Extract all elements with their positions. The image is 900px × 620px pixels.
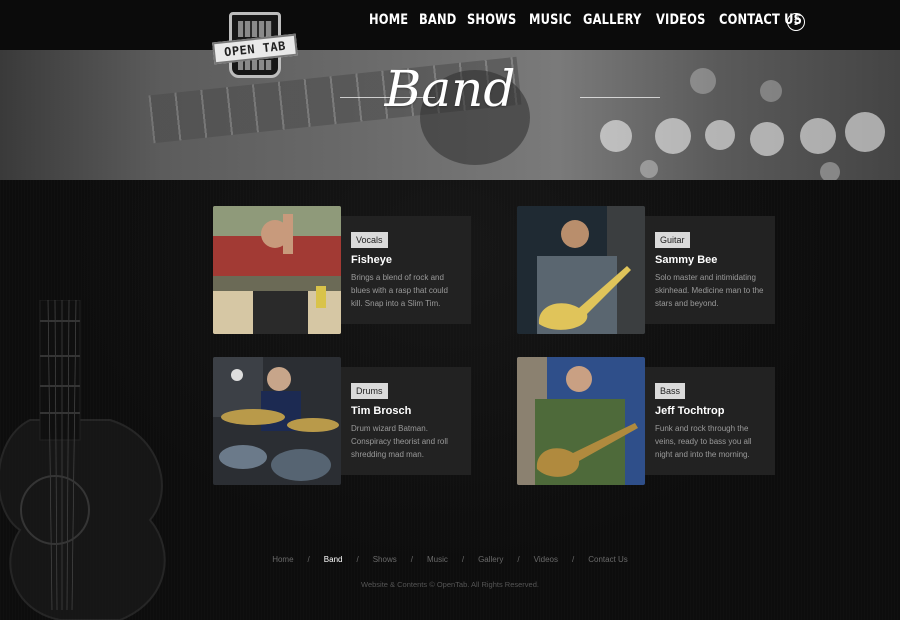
nav-music[interactable]: MUSIC: [529, 12, 572, 28]
footer-link-contact-us[interactable]: Contact Us: [588, 555, 628, 564]
member-name[interactable]: Jeff Tochtrop: [655, 405, 765, 417]
member-info: Vocals Fisheye Brings a blend of rock an…: [341, 216, 471, 324]
footer-separator: /: [571, 555, 575, 564]
member-bio: Funk and rock through the veins, ready t…: [655, 424, 752, 459]
bokeh-light: [640, 160, 658, 178]
role-badge: Vocals: [351, 232, 388, 248]
member-name[interactable]: Fisheye: [351, 254, 461, 266]
nav-band[interactable]: BAND: [419, 12, 456, 28]
bokeh-light: [750, 122, 784, 156]
footer-link-music[interactable]: Music: [427, 555, 448, 564]
main-nav: HOME BAND SHOWS MUSIC GALLERY VIDEOS CON…: [369, 12, 806, 28]
site-logo[interactable]: OPEN TAB: [212, 12, 298, 80]
member-photo: [213, 206, 341, 334]
bokeh-light: [820, 162, 840, 180]
logo-text: OPEN TAB: [212, 33, 298, 65]
member-card-guitar[interactable]: Guitar Sammy Bee Solo master and intimid…: [517, 206, 775, 334]
role-badge: Guitar: [655, 232, 690, 248]
footer-separator: /: [461, 555, 465, 564]
member-photo: [213, 357, 341, 485]
nav-home[interactable]: HOME: [369, 12, 408, 28]
footer-nav: Home / Band / Shows / Music / Gallery / Videos / Con…: [0, 555, 900, 564]
nav-videos[interactable]: VIDEOS: [656, 12, 706, 28]
footer-separator: /: [517, 555, 520, 564]
footer-separator: /: [410, 555, 413, 564]
member-name[interactable]: Tim Brosch: [351, 405, 461, 417]
nav-gallery[interactable]: GALLERY: [583, 12, 641, 28]
bokeh-light: [800, 118, 836, 154]
footer-separator: /: [356, 555, 359, 564]
member-info: Bass Jeff Tochtrop Funk and rock through…: [645, 367, 775, 475]
bokeh-light: [600, 120, 632, 152]
role-badge: Drums: [351, 383, 388, 399]
role-badge: Bass: [655, 383, 686, 399]
facebook-icon[interactable]: f: [787, 13, 805, 31]
copyright-text: Website & Contents © OpenTab. All Rights…: [361, 580, 539, 589]
member-bio: Drum wizard Batman. Conspiracy theorist …: [351, 424, 448, 459]
footer-separator: /: [307, 555, 310, 564]
member-name[interactable]: Sammy Bee: [655, 254, 765, 266]
member-bio: Brings a blend of rock and blues with a …: [351, 273, 448, 308]
bokeh-light: [705, 120, 735, 150]
member-card-bass[interactable]: Bass Jeff Tochtrop Funk and rock through…: [517, 357, 775, 485]
footer-link-shows[interactable]: Shows: [373, 555, 397, 564]
footer-link-videos[interactable]: Videos: [534, 555, 558, 564]
member-photo: [517, 357, 645, 485]
page-title: Band: [384, 60, 516, 118]
nav-shows[interactable]: SHOWS: [467, 12, 516, 28]
bokeh-light: [655, 118, 691, 154]
background-guitar-graphic: [0, 300, 166, 620]
member-bio: Solo master and intimidating skinhead. M…: [655, 273, 764, 308]
member-info: Guitar Sammy Bee Solo master and intimid…: [645, 216, 775, 324]
member-card-drums[interactable]: Drums Tim Brosch Drum wizard Batman. Con…: [213, 357, 471, 485]
bokeh-light: [845, 112, 885, 152]
member-card-vocals[interactable]: Vocals Fisheye Brings a blend of rock an…: [213, 206, 471, 334]
member-info: Drums Tim Brosch Drum wizard Batman. Con…: [341, 367, 471, 475]
footer-link-home[interactable]: Home: [272, 555, 293, 564]
footer-link-band[interactable]: Band: [324, 555, 343, 564]
footer-link-gallery[interactable]: Gallery: [478, 555, 503, 564]
member-photo: [517, 206, 645, 334]
